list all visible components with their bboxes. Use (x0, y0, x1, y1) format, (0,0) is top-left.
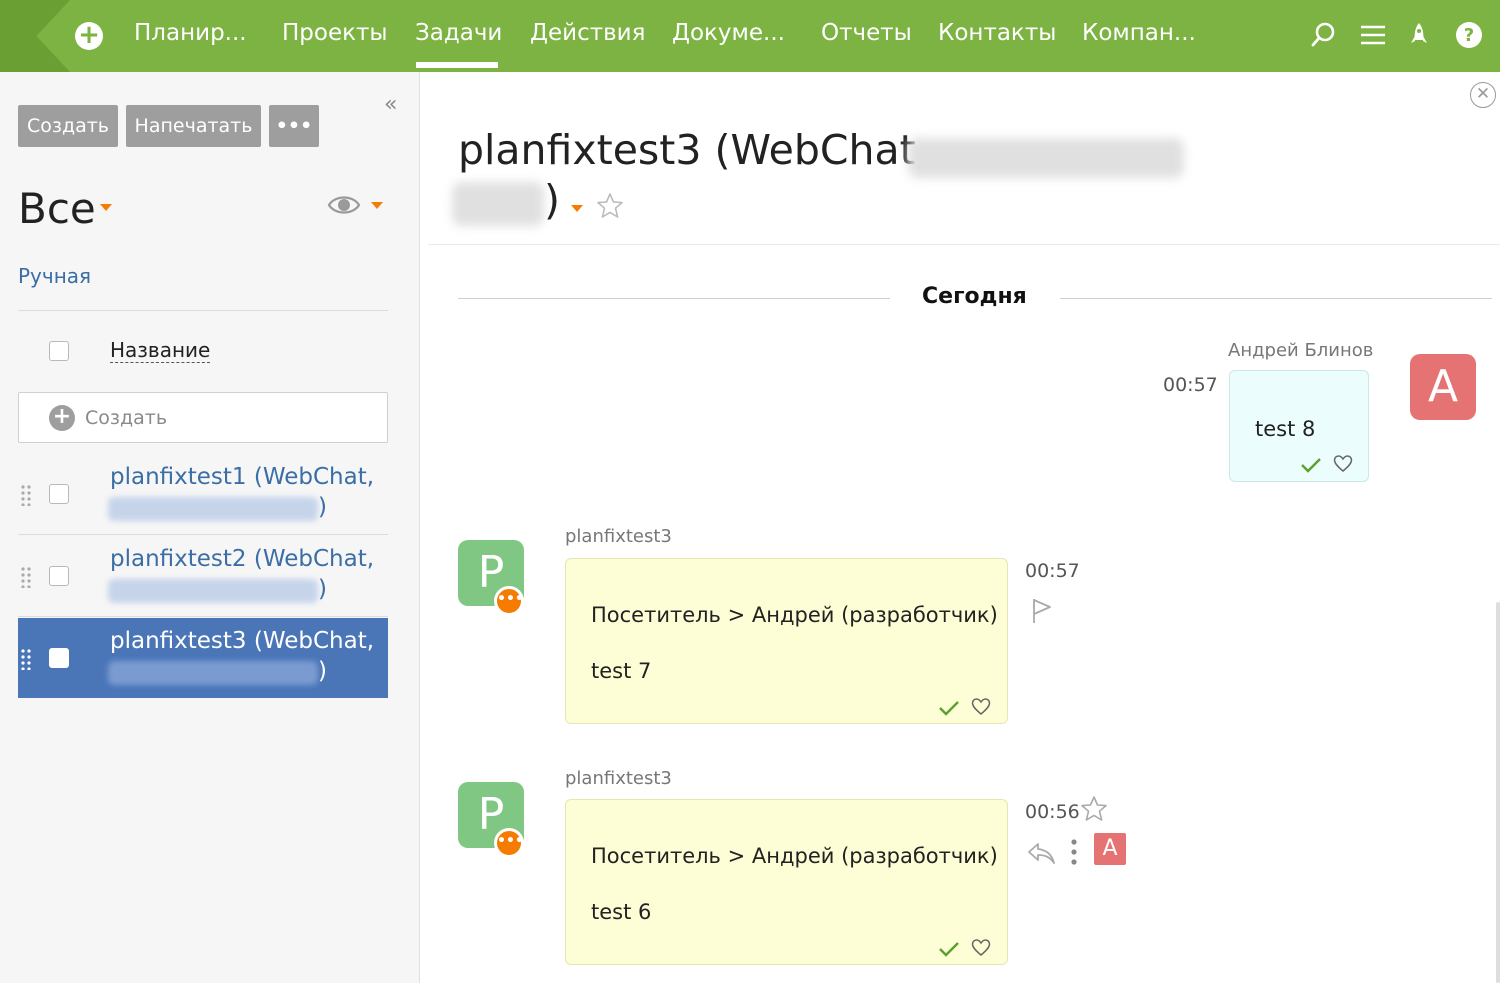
star-icon[interactable] (596, 192, 624, 220)
search-icon[interactable] (1308, 20, 1338, 50)
task-checkbox[interactable] (49, 566, 69, 586)
task-title-tail: ) (318, 494, 327, 520)
task-title-tail: ) (544, 176, 560, 224)
task-row[interactable]: planfixtest2 (WebChat, ) (18, 536, 388, 616)
svg-text:?: ? (1464, 25, 1474, 46)
avatar[interactable]: A (1410, 354, 1476, 420)
message-bubble[interactable]: test 8 (1229, 370, 1369, 482)
task-detail-panel: ✕ planfixtest3 (WebChat, ) Сегодня Андре… (428, 72, 1500, 983)
message-text: test 6 (591, 900, 652, 924)
chat-channel-badge-icon: ••• (494, 586, 524, 616)
redacted-text (452, 182, 544, 226)
nav-companies[interactable]: Компан... (1082, 20, 1196, 46)
task-list-sidebar: Создать Напечатать ••• « Все Ручная Назв… (0, 72, 420, 983)
column-header-name[interactable]: Название (110, 338, 211, 363)
assignee-avatar[interactable]: A (1094, 833, 1126, 865)
header-divider (428, 244, 1500, 245)
title-dropdown-icon[interactable] (571, 205, 583, 212)
filter-title[interactable]: Все (18, 184, 96, 233)
print-button[interactable]: Напечатать (126, 105, 261, 147)
day-separator-line (1060, 298, 1492, 299)
view-dropdown-icon[interactable] (371, 202, 383, 209)
redacted-text (108, 661, 318, 685)
drag-handle-icon[interactable] (20, 648, 32, 670)
task-title-tail: ) (318, 658, 327, 684)
nav-active-indicator (416, 62, 498, 68)
nav-contacts[interactable]: Контакты (938, 20, 1056, 46)
nav-actions[interactable]: Действия (530, 20, 645, 46)
star-icon[interactable] (1080, 795, 1108, 823)
divider (18, 310, 388, 311)
drag-handle-icon[interactable] (20, 566, 32, 588)
rocket-icon[interactable] (1404, 20, 1434, 50)
select-all-checkbox[interactable] (49, 341, 69, 361)
message-sender: Андрей Блинов (1228, 340, 1374, 361)
chat-channel-badge-icon: ••• (494, 828, 524, 858)
redacted-text (108, 497, 318, 521)
message-time: 00:57 (1025, 560, 1080, 582)
add-icon[interactable]: + (75, 22, 103, 50)
check-icon (939, 942, 959, 957)
message-text: test 7 (591, 659, 652, 683)
nav-reports[interactable]: Отчеты (821, 20, 912, 46)
redacted-text (108, 579, 318, 603)
divider (18, 616, 388, 617)
task-checkbox[interactable] (49, 648, 69, 668)
flag-icon[interactable] (1030, 597, 1054, 625)
filter-dropdown-icon[interactable] (100, 204, 112, 211)
scrollbar[interactable] (1496, 602, 1500, 983)
task-title[interactable]: planfixtest2 (WebChat, (110, 546, 374, 572)
task-row[interactable]: planfixtest1 (WebChat, ) (18, 454, 388, 534)
reply-icon[interactable] (1026, 840, 1056, 866)
menu-icon[interactable] (1358, 20, 1388, 50)
nav-tasks[interactable]: Задачи (415, 20, 502, 46)
more-vertical-icon[interactable] (1070, 838, 1078, 866)
message-text: test 8 (1255, 417, 1316, 441)
quick-create-label: Создать (85, 407, 168, 429)
plus-circle-icon: + (49, 405, 75, 431)
redacted-text (908, 138, 1184, 178)
nav-planner[interactable]: Планир... (134, 20, 247, 46)
quick-create-row[interactable]: + Создать (18, 392, 388, 443)
collapse-sidebar-icon[interactable]: « (384, 92, 397, 117)
sort-manual-link[interactable]: Ручная (18, 264, 91, 288)
task-title: planfixtest3 (WebChat, (458, 126, 929, 174)
heart-icon[interactable] (971, 939, 991, 957)
message-header-line: Посетитель > Андрей (разработчик) (591, 844, 998, 868)
nav-projects[interactable]: Проекты (282, 20, 388, 46)
task-checkbox[interactable] (49, 484, 69, 504)
message-sender: planfixtest3 (565, 526, 672, 547)
create-button[interactable]: Создать (18, 105, 118, 147)
task-title[interactable]: planfixtest3 (WebChat, (110, 628, 374, 654)
task-title-tail: ) (318, 576, 327, 602)
drag-handle-icon[interactable] (20, 484, 32, 506)
message-time: 00:57 (1163, 374, 1218, 396)
task-row-selected[interactable]: planfixtest3 (WebChat, ) (18, 618, 388, 698)
divider (18, 534, 388, 535)
message-bubble[interactable]: Посетитель > Андрей (разработчик) test 6 (565, 799, 1008, 965)
message-sender: planfixtest3 (565, 768, 672, 789)
nav-documents[interactable]: Докуме... (672, 20, 785, 46)
heart-icon[interactable] (971, 698, 991, 716)
message-bubble[interactable]: Посетитель > Андрей (разработчик) test 7 (565, 558, 1008, 724)
day-separator-label: Сегодня (922, 284, 1027, 309)
help-icon[interactable]: ? (1454, 20, 1484, 50)
task-title[interactable]: planfixtest1 (WebChat, (110, 464, 374, 490)
message-header-line: Посетитель > Андрей (разработчик) (591, 603, 998, 627)
more-button[interactable]: ••• (269, 105, 319, 147)
top-navigation-bar: + Планир... Проекты Задачи Действия Доку… (0, 0, 1500, 72)
heart-icon[interactable] (1333, 455, 1353, 473)
message-time: 00:56 (1025, 801, 1080, 823)
day-separator-line (458, 298, 890, 299)
logo-notch (0, 0, 70, 72)
check-icon (939, 701, 959, 716)
check-icon (1301, 458, 1321, 473)
close-icon[interactable]: ✕ (1470, 82, 1496, 108)
eye-icon[interactable] (327, 192, 361, 218)
